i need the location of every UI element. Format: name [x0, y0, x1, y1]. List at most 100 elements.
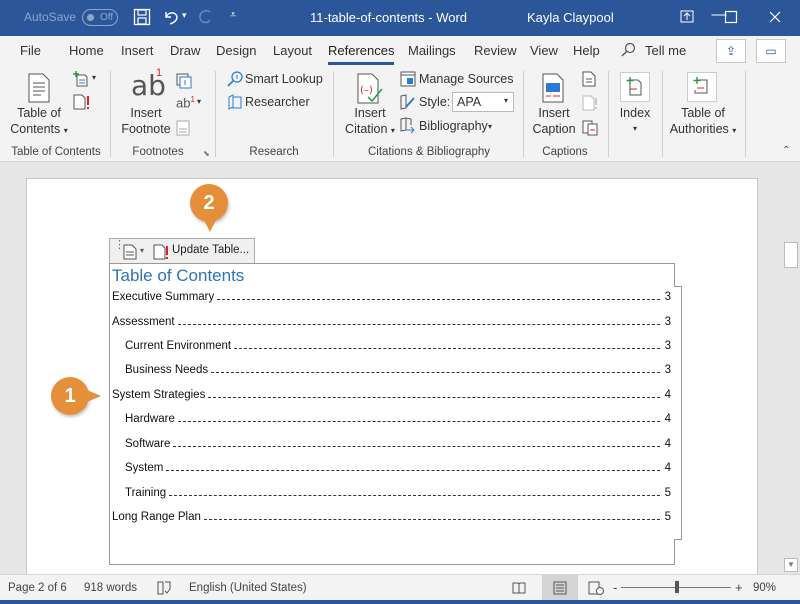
tab-references[interactable]: References — [328, 43, 395, 65]
zoom-out-button[interactable]: - — [613, 580, 617, 595]
show-notes-icon[interactable] — [176, 120, 190, 136]
customize-qat-icon[interactable]: ⩡ — [230, 9, 236, 22]
tab-help[interactable]: Help — [573, 43, 600, 58]
tab-insert[interactable]: Insert — [121, 43, 154, 58]
tab-layout[interactable]: Layout — [273, 43, 312, 58]
tab-home[interactable]: Home — [69, 43, 104, 58]
zoom-slider-thumb[interactable] — [675, 581, 679, 593]
ribbon-tabs: File Home Insert Draw Design Layout Refe… — [0, 36, 800, 65]
tab-draw[interactable]: Draw — [170, 43, 200, 58]
toc-options-icon[interactable] — [123, 244, 137, 260]
insert-table-of-figures-icon[interactable] — [582, 71, 596, 87]
toc-leader-dots — [177, 413, 660, 422]
mark-entry-button[interactable] — [620, 72, 650, 102]
footnotes-dialog-launcher-icon[interactable]: ⬊ — [203, 149, 210, 158]
toc-leader-dots — [177, 316, 660, 325]
table-of-contents-button[interactable]: Table of Contents ▾ — [10, 105, 68, 139]
redo-icon[interactable] — [196, 8, 214, 30]
add-text-dropdown-icon[interactable]: ▾ — [92, 73, 96, 82]
tab-file[interactable]: File — [20, 43, 41, 58]
page-count[interactable]: Page 2 of 6 — [8, 582, 67, 594]
word-count[interactable]: 918 words — [84, 582, 137, 594]
bibliography-dropdown-icon[interactable]: ▾ — [488, 122, 492, 131]
toc-entry[interactable]: System 4 — [125, 462, 671, 478]
toc-entry[interactable]: Training 5 — [125, 487, 671, 503]
next-footnote-icon[interactable]: ab1 — [176, 95, 195, 110]
save-icon[interactable] — [133, 8, 151, 30]
cross-reference-icon[interactable] — [582, 120, 598, 136]
mark-citation-button[interactable] — [687, 72, 717, 102]
share-button[interactable]: ⇪ — [716, 39, 746, 63]
bibliography-button[interactable]: Bibliography — [419, 119, 488, 133]
next-footnote-dropdown-icon[interactable]: ▾ — [197, 97, 201, 106]
authorities-label-1: Table of — [681, 106, 725, 120]
undo-dropdown-icon[interactable]: ▾ — [182, 10, 187, 21]
toc-entry[interactable]: Assessment 3 — [112, 316, 671, 332]
toc-entry-text: System — [125, 462, 164, 474]
toc-entry[interactable]: System Strategies 4 — [112, 389, 671, 405]
insert-caption-button[interactable]: Insert Caption — [528, 105, 580, 137]
index-button[interactable]: Index ▾ — [614, 105, 656, 137]
toc-entry[interactable]: Software 4 — [125, 438, 671, 454]
read-mode-icon[interactable] — [512, 581, 526, 595]
separator — [662, 71, 663, 157]
print-layout-button[interactable] — [542, 575, 578, 600]
toc-entry[interactable]: Executive Summary 3 — [112, 291, 671, 307]
style-select[interactable]: APA ▾ — [452, 92, 514, 112]
scrollbar-thumb[interactable] — [784, 242, 798, 268]
update-table-icon — [153, 244, 168, 260]
toc-entry-text: Long Range Plan — [112, 511, 201, 523]
scroll-down-arrow[interactable]: ▼ — [784, 558, 798, 572]
collapse-ribbon-icon[interactable]: ⌃ — [782, 145, 790, 156]
close-icon[interactable] — [760, 6, 790, 28]
toc-leader-dots — [166, 462, 660, 471]
table-of-authorities-button[interactable]: Table of Authorities ▾ — [666, 105, 740, 139]
toc-entry[interactable]: Business Needs 3 — [125, 364, 671, 380]
insert-citation-button[interactable]: Insert Citation ▾ — [340, 105, 400, 139]
toc-entry-text: Software — [125, 438, 171, 450]
zoom-in-button[interactable]: + — [735, 580, 743, 595]
toc-entry[interactable]: Long Range Plan 5 — [112, 511, 671, 527]
toc-entry-page: 4 — [664, 462, 671, 474]
maximize-button[interactable] — [716, 6, 746, 28]
insert-caption-icon — [542, 73, 564, 103]
tab-view[interactable]: View — [530, 43, 558, 58]
vertical-scrollbar[interactable]: ▼ — [782, 162, 800, 574]
tab-design[interactable]: Design — [216, 43, 256, 58]
update-table-of-figures-icon[interactable] — [582, 95, 598, 111]
mark-entry-icon — [626, 77, 642, 96]
web-layout-icon[interactable] — [588, 581, 604, 595]
autosave-toggle[interactable]: Off — [82, 9, 118, 26]
footnote-label-1: Insert — [130, 106, 162, 120]
update-table-button[interactable]: Update Table... — [153, 241, 254, 261]
tab-mailings[interactable]: Mailings — [408, 43, 456, 58]
smart-lookup-button[interactable]: Smart Lookup — [245, 72, 323, 86]
undo-icon[interactable] — [162, 8, 180, 30]
toc-options-dropdown-icon[interactable]: ▾ — [140, 246, 144, 255]
add-text-icon[interactable] — [73, 71, 89, 87]
researcher-button[interactable]: Researcher — [245, 95, 310, 109]
proofing-icon[interactable] — [157, 581, 171, 595]
manage-sources-button[interactable]: Manage Sources — [419, 72, 514, 86]
language[interactable]: English (United States) — [189, 582, 307, 594]
toc-entry-page: 3 — [664, 340, 671, 352]
ribbon-display-options-icon[interactable] — [672, 6, 702, 28]
style-icon — [400, 94, 415, 110]
user-name[interactable]: Kayla Claypool — [527, 10, 614, 25]
insert-footnote-button[interactable]: Insert Footnote — [118, 105, 174, 137]
dropdown-icon: ▾ — [390, 126, 395, 135]
separator — [608, 71, 609, 157]
callout-2: 2 — [190, 184, 228, 222]
separator — [745, 71, 746, 157]
insert-endnote-icon[interactable] — [176, 73, 192, 89]
toc-entry[interactable]: Hardware 4 — [125, 413, 671, 429]
comments-button[interactable]: ▭ — [756, 39, 786, 63]
tab-review[interactable]: Review — [474, 43, 517, 58]
tell-me-input[interactable]: Tell me — [645, 43, 686, 58]
callout-2-pointer — [204, 220, 216, 232]
separator — [215, 71, 216, 157]
search-icon[interactable] — [620, 42, 636, 61]
zoom-level[interactable]: 90% — [753, 582, 776, 594]
update-table-icon[interactable] — [73, 94, 91, 110]
toc-entry[interactable]: Current Environment 3 — [125, 340, 671, 356]
